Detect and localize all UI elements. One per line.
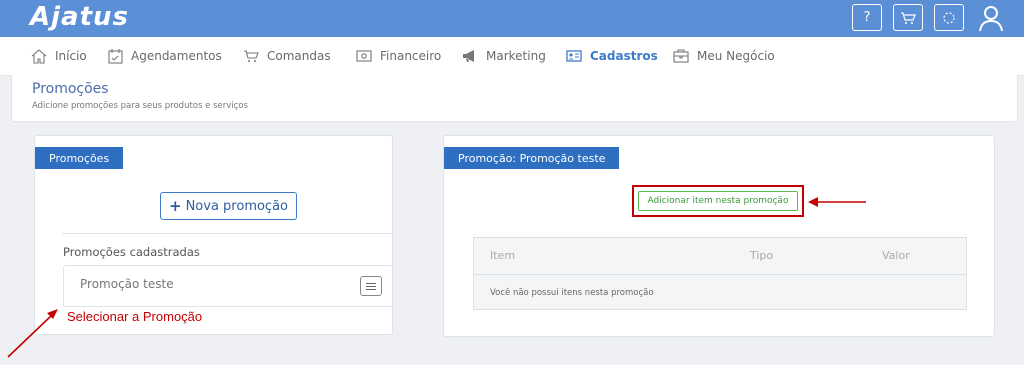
empty-table-message: Você não possui itens nesta promoção — [490, 288, 654, 298]
briefcase-icon — [673, 49, 689, 63]
money-icon — [356, 50, 372, 62]
nav-item-comandas[interactable]: Comandas — [243, 37, 331, 75]
home-icon — [31, 48, 47, 64]
cart-icon — [901, 11, 916, 24]
promotions-card-tab: Promoções — [35, 147, 124, 169]
nav-label: Cadastros — [590, 49, 658, 63]
promotion-list-item[interactable]: Promoção teste — [63, 265, 393, 307]
nav-label: Meu Negócio — [697, 49, 775, 63]
megaphone-icon — [463, 50, 474, 62]
nav-item-marketing[interactable]: Marketing — [462, 37, 546, 75]
annotation-label: Selecionar a Promoção — [67, 309, 203, 324]
page-subtitle: Adicione promoções para seus produtos e … — [32, 101, 248, 111]
nav-item-inicio[interactable]: Início — [31, 37, 87, 75]
user-icon[interactable] — [976, 4, 1006, 32]
new-promotion-button[interactable]: + Nova promoção — [160, 192, 297, 220]
page-title: Promoções — [32, 81, 109, 97]
column-header-tipo: Tipo — [750, 249, 774, 262]
nav-label: Agendamentos — [131, 49, 222, 63]
plus-icon: + — [169, 197, 182, 215]
page-header: Promoções Adicione promoções para seus p… — [11, 75, 1018, 122]
cart-button[interactable] — [893, 4, 923, 31]
id-card-icon — [566, 50, 582, 62]
top-bar: Ajatus ? — [0, 0, 1024, 37]
main-nav: Início Agendamentos Comandas Financeiro … — [0, 37, 1024, 76]
promotion-detail-card: Promoção: Promoção teste Adicionar item … — [443, 135, 995, 337]
loading-icon — [943, 11, 955, 24]
cart-icon — [244, 50, 259, 62]
nav-label: Financeiro — [380, 49, 442, 63]
calendar-icon — [108, 48, 123, 64]
nav-label: Início — [55, 49, 87, 63]
divider — [62, 233, 392, 234]
new-promotion-label: Nova promoção — [185, 198, 288, 214]
promotion-detail-tab: Promoção: Promoção teste — [444, 147, 620, 169]
promotion-name: Promoção teste — [80, 277, 174, 291]
nav-item-agendamentos[interactable]: Agendamentos — [108, 37, 222, 75]
promotions-list-label: Promoções cadastradas — [63, 245, 200, 259]
settings-button[interactable] — [934, 4, 964, 31]
nav-label: Marketing — [486, 49, 546, 63]
nav-item-cadastros[interactable]: Cadastros — [566, 37, 658, 75]
menu-icon[interactable] — [360, 276, 382, 296]
column-header-valor: Valor — [882, 249, 910, 262]
nav-item-financeiro[interactable]: Financeiro — [356, 37, 441, 75]
add-item-button[interactable]: Adicionar item nesta promoção — [638, 191, 798, 211]
nav-item-meu-negocio[interactable]: Meu Negócio — [673, 37, 775, 75]
table-divider — [474, 274, 966, 275]
promotions-card: Promoções + Nova promoção Promoções cada… — [34, 135, 393, 335]
column-header-item: Item — [490, 249, 516, 262]
items-table: Item Tipo Valor Você não possui itens ne… — [473, 237, 967, 310]
app-logo[interactable]: Ajatus — [30, 2, 129, 32]
nav-label: Comandas — [267, 49, 331, 63]
help-button[interactable]: ? — [852, 4, 882, 31]
highlight-box: Adicionar item nesta promoção — [632, 185, 804, 217]
help-button-label: ? — [863, 10, 871, 25]
